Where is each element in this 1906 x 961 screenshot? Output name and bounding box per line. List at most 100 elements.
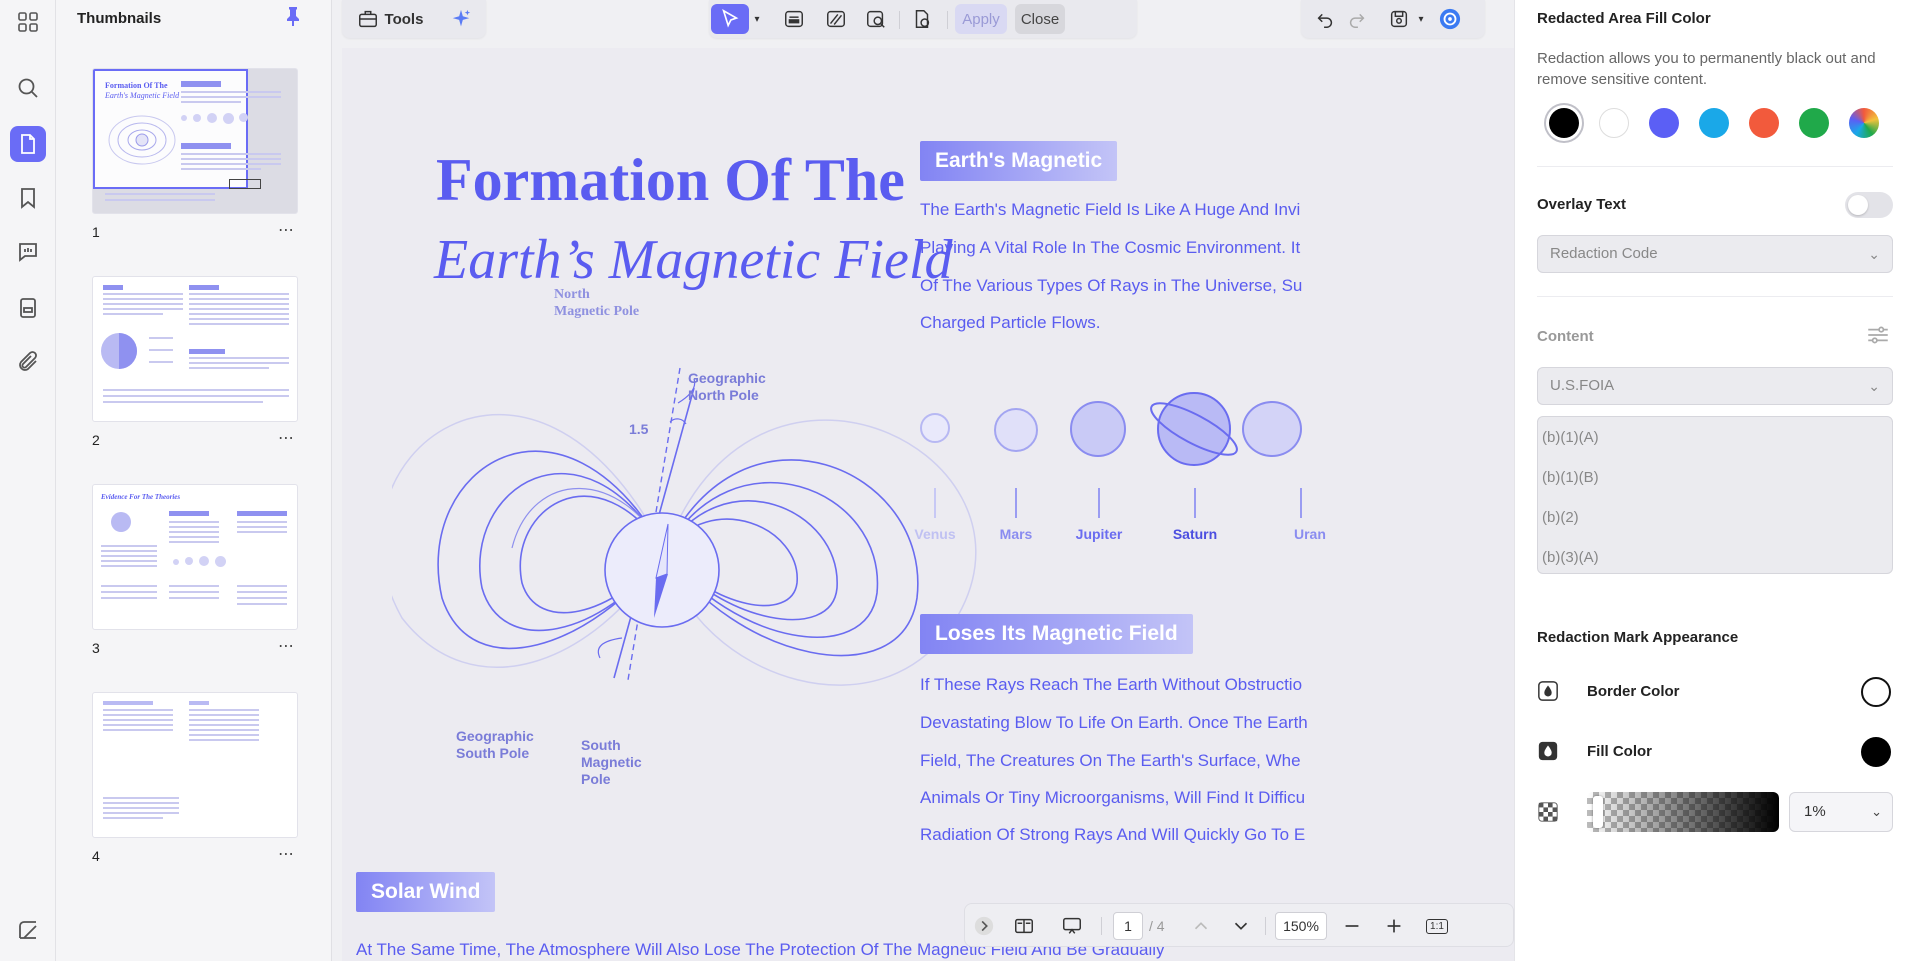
assistant-avatar-icon[interactable] bbox=[1435, 4, 1465, 34]
mini-diagram bbox=[108, 115, 176, 165]
paragraph-line: Field, The Creatures On The Earth's Surf… bbox=[920, 751, 1301, 770]
thumbnail-page-number: 1 bbox=[92, 224, 100, 240]
content-label: Content bbox=[1537, 328, 1594, 345]
opacity-slider-thumb[interactable] bbox=[1593, 796, 1603, 828]
document-page[interactable]: Formation Of The Earth’s Magnetic Field bbox=[342, 48, 1514, 961]
pin-icon[interactable] bbox=[281, 4, 305, 28]
thumbnail-more-button[interactable]: ⋯ bbox=[278, 844, 295, 864]
apply-button[interactable]: Apply bbox=[955, 4, 1007, 34]
current-page-value[interactable]: 1 bbox=[1113, 912, 1143, 940]
paragraph-line: If These Rays Reach The Earth Without Ob… bbox=[920, 675, 1303, 694]
planet-label: Venus bbox=[914, 526, 956, 542]
redo-icon[interactable] bbox=[1343, 4, 1371, 34]
zoom-value[interactable]: 150% bbox=[1275, 912, 1327, 940]
content-code-item[interactable]: (b)(3)(A) bbox=[1542, 549, 1599, 566]
redact-pages-icon[interactable] bbox=[907, 4, 937, 34]
form-icon[interactable] bbox=[10, 290, 46, 326]
sliders-icon[interactable] bbox=[1865, 322, 1891, 348]
thumbnail-more-button[interactable]: ⋯ bbox=[278, 636, 295, 656]
redaction-code-select[interactable]: Redaction Code ⌄ bbox=[1537, 235, 1893, 273]
planet-label: Uran bbox=[1294, 526, 1326, 542]
fill-color-icon bbox=[1538, 741, 1558, 761]
collapse-chevron-icon[interactable] bbox=[973, 911, 995, 941]
zoom-in-icon[interactable] bbox=[1381, 911, 1407, 941]
redact-area-icon[interactable] bbox=[821, 4, 851, 34]
page-number-input[interactable]: 1 bbox=[1113, 911, 1143, 941]
magnetic-field-diagram bbox=[392, 367, 977, 686]
actual-size-button[interactable]: 1:1 bbox=[1423, 911, 1451, 941]
paragraph-line: Devastating Blow To Life On Earth. Once … bbox=[920, 713, 1308, 732]
page-thumbnail-2[interactable] bbox=[92, 276, 298, 422]
content-code-item[interactable]: (b)(1)(A) bbox=[1542, 429, 1599, 446]
chevron-down-icon[interactable]: ▾ bbox=[749, 4, 765, 34]
select-cursor-icon[interactable] bbox=[711, 4, 749, 34]
opacity-percent-select[interactable]: 1% ⌄ bbox=[1789, 792, 1893, 832]
undo-icon[interactable] bbox=[1311, 4, 1339, 34]
paragraph-line: The Earth's Magnetic Field Is Like A Hug… bbox=[920, 200, 1301, 219]
next-page-icon[interactable] bbox=[1229, 911, 1253, 941]
search-icon[interactable] bbox=[10, 70, 46, 106]
swatch-white[interactable] bbox=[1599, 108, 1629, 138]
swatch-black[interactable] bbox=[1549, 108, 1579, 138]
border-color-label: Border Color bbox=[1587, 683, 1680, 700]
label-geographic-south-pole: Geographic South Pole bbox=[456, 728, 534, 761]
content-code-item[interactable]: (b)(2) bbox=[1542, 509, 1579, 526]
swatch-blue[interactable] bbox=[1649, 108, 1679, 138]
tools-button[interactable]: Tools bbox=[352, 4, 428, 34]
section-heading-solar-wind: Solar Wind bbox=[356, 872, 496, 912]
swatch-cyan[interactable] bbox=[1699, 108, 1729, 138]
attachment-icon[interactable] bbox=[10, 344, 46, 380]
total-pages: / 4 bbox=[1149, 918, 1165, 934]
swatch-red[interactable] bbox=[1749, 108, 1779, 138]
bookmark-icon[interactable] bbox=[10, 180, 46, 216]
planet-marker bbox=[1194, 488, 1196, 518]
save-icon[interactable] bbox=[1385, 4, 1413, 34]
app-window: Thumbnails Formation Of The Earth's Magn… bbox=[0, 0, 1906, 961]
comment-icon[interactable] bbox=[10, 234, 46, 270]
fill-color-picker[interactable] bbox=[1861, 737, 1891, 767]
zoom-level[interactable]: 150% bbox=[1275, 911, 1327, 941]
ai-sparkle-icon[interactable] bbox=[446, 4, 476, 34]
thumbnail-page-number: 3 bbox=[92, 640, 100, 656]
close-button[interactable]: Close bbox=[1015, 4, 1065, 34]
label-south-magnetic-pole: South Magnetic Pole bbox=[581, 737, 642, 787]
document-viewer[interactable]: Formation Of The Earth’s Magnetic Field bbox=[332, 0, 1514, 961]
page-thumbnail-3[interactable]: Evidence For The Theories bbox=[92, 484, 298, 630]
label-angle: 1.5 bbox=[629, 421, 649, 437]
presentation-icon[interactable] bbox=[1057, 911, 1087, 941]
content-code-item[interactable]: (b)(1)(B) bbox=[1542, 469, 1599, 486]
planet-saturn bbox=[1150, 392, 1238, 466]
planet-marker bbox=[1098, 488, 1100, 518]
border-color-picker[interactable] bbox=[1861, 677, 1891, 707]
mini-title: Evidence For The Theories bbox=[101, 493, 181, 501]
opacity-percent-value: 1% bbox=[1804, 803, 1826, 820]
theme-icon[interactable] bbox=[10, 912, 46, 948]
thumbnail-page-number: 2 bbox=[92, 432, 100, 448]
pages-icon[interactable] bbox=[10, 126, 46, 162]
grid-apps-icon[interactable] bbox=[10, 4, 46, 40]
planet-label: Jupiter bbox=[1075, 526, 1123, 542]
zoom-out-icon[interactable] bbox=[1339, 911, 1365, 941]
tools-label: Tools bbox=[384, 10, 424, 28]
page-navigation-bar: 1 / 4 150% 1:1 bbox=[964, 903, 1514, 947]
previous-page-icon[interactable] bbox=[1189, 911, 1213, 941]
planet-marker bbox=[1015, 488, 1017, 518]
paragraph-line: Playing A Vital Role In The Cosmic Envir… bbox=[920, 238, 1301, 257]
thumbnail-more-button[interactable]: ⋯ bbox=[278, 220, 295, 240]
chevron-down-icon[interactable]: ▾ bbox=[1413, 4, 1429, 34]
mini-title: Formation Of The bbox=[105, 81, 168, 90]
thumbnail-more-button[interactable]: ⋯ bbox=[278, 428, 295, 448]
page-thumbnail-4[interactable] bbox=[92, 692, 298, 838]
opacity-slider[interactable] bbox=[1587, 792, 1779, 832]
label-geographic-north-pole: Geographic North Pole bbox=[688, 370, 766, 403]
swatch-custom-color[interactable] bbox=[1849, 108, 1879, 138]
page-layout-icon[interactable] bbox=[1009, 911, 1039, 941]
content-standard-select[interactable]: U.S.FOIA ⌄ bbox=[1537, 367, 1893, 405]
redaction-properties-panel: Redacted Area Fill Color Redaction allow… bbox=[1514, 0, 1906, 961]
swatch-green[interactable] bbox=[1799, 108, 1829, 138]
page-thumbnail-1[interactable]: Formation Of The Earth's Magnetic Field bbox=[92, 68, 298, 214]
search-redact-icon[interactable] bbox=[861, 4, 891, 34]
overlay-text-toggle[interactable] bbox=[1845, 192, 1893, 218]
redact-text-icon[interactable] bbox=[779, 4, 809, 34]
opacity-icon bbox=[1538, 802, 1558, 822]
